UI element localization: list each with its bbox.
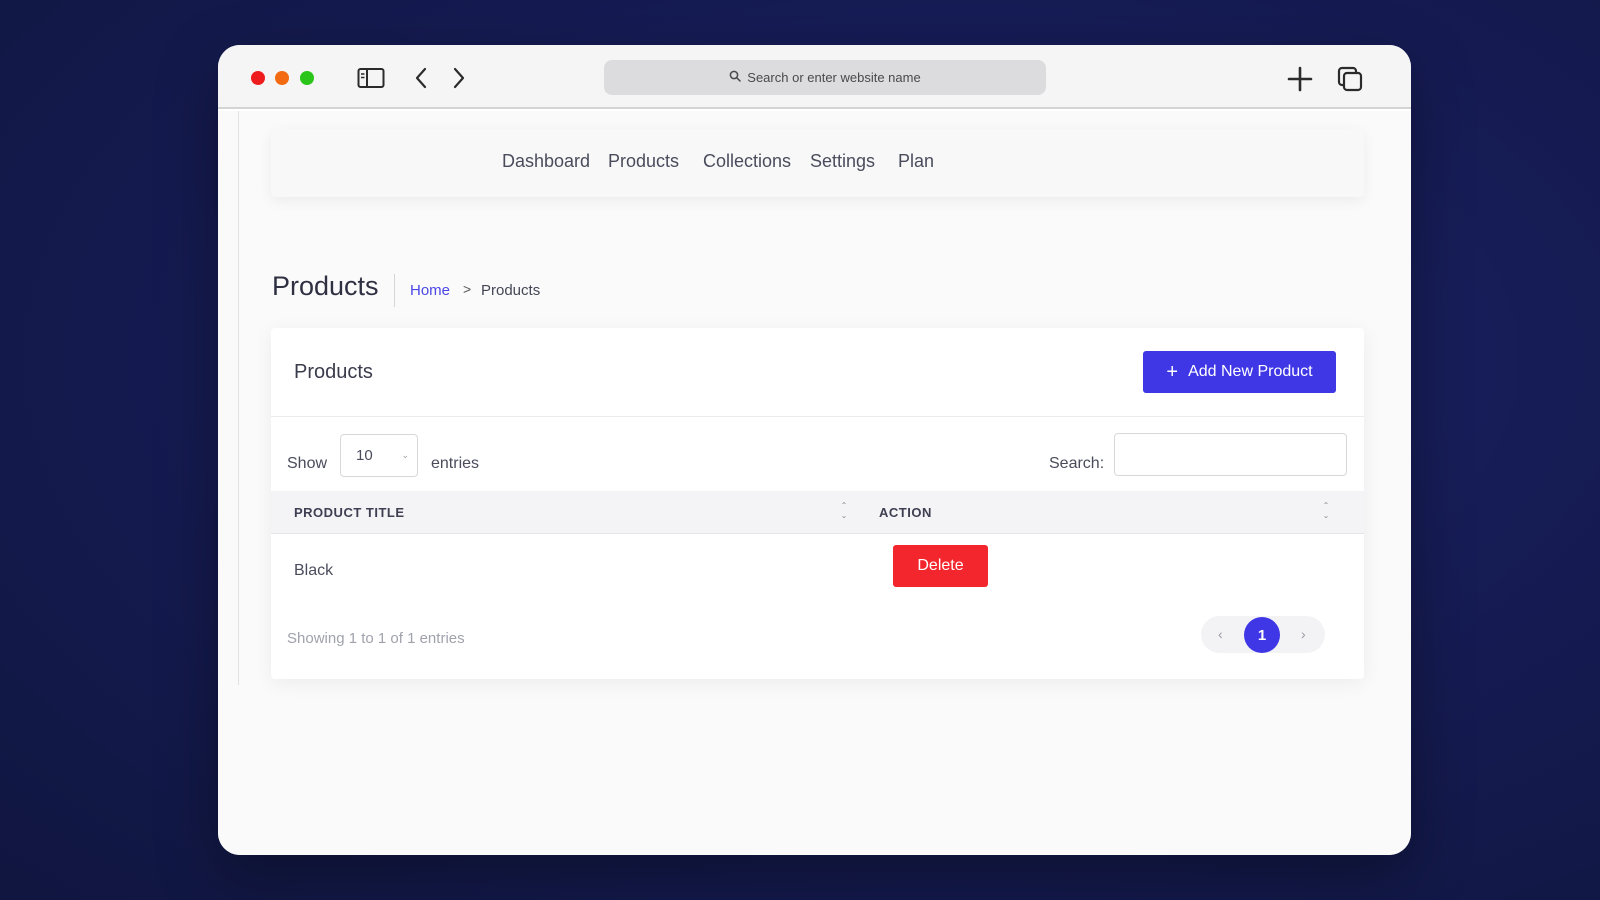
entries-label: entries (431, 455, 480, 472)
card-title: Products (294, 361, 373, 383)
chevron-right-icon[interactable] (449, 66, 469, 90)
chevron-down-icon: ⌄ (401, 450, 409, 460)
chevron-left-icon[interactable] (411, 66, 431, 90)
add-new-product-button[interactable]: + Add New Product (1143, 351, 1336, 393)
column-header-product-title[interactable]: PRODUCT TITLE (294, 505, 405, 520)
page-button-1[interactable]: 1 (1244, 617, 1280, 653)
divider (238, 111, 239, 685)
nav-item-products[interactable]: Products (608, 151, 679, 172)
table-info: Showing 1 to 1 of 1 entries (287, 630, 465, 647)
browser-window: Search or enter website name Dashboard P… (218, 45, 1411, 855)
sort-icon[interactable]: ⌃ ⌄ (1321, 501, 1331, 523)
chevron-right-icon[interactable]: › (1301, 626, 1306, 642)
nav-item-dashboard[interactable]: Dashboard (502, 151, 590, 172)
delete-button[interactable]: Delete (893, 545, 988, 587)
nav-item-plan[interactable]: Plan (898, 151, 934, 172)
page-size-value: 10 (356, 447, 373, 464)
breadcrumb-home-link[interactable]: Home (410, 282, 450, 299)
table-header: PRODUCT TITLE ⌃ ⌄ ACTION ⌃ ⌄ (271, 491, 1364, 534)
column-header-action[interactable]: ACTION (879, 505, 932, 520)
show-label: Show (287, 455, 328, 472)
search-icon (729, 70, 742, 85)
address-bar[interactable]: Search or enter website name (604, 60, 1046, 95)
product-title-cell: Black (294, 562, 334, 579)
address-placeholder: Search or enter website name (747, 70, 921, 85)
search-label: Search: (1049, 455, 1105, 472)
nav-item-settings[interactable]: Settings (810, 151, 875, 172)
add-button-label: Add New Product (1188, 363, 1313, 380)
breadcrumb-separator: > (463, 281, 472, 297)
nav-item-collections[interactable]: Collections (703, 151, 791, 172)
products-card: Products + Add New Product Show 10 ⌄ ent… (271, 328, 1364, 679)
pagination: ‹ 1 › (1201, 616, 1325, 653)
chevron-left-icon[interactable]: ‹ (1218, 626, 1223, 642)
page-content: Dashboard Products Collections Settings … (218, 111, 1411, 855)
plus-icon[interactable] (1286, 65, 1314, 93)
page-size-select[interactable]: 10 ⌄ (340, 434, 418, 477)
divider (394, 274, 395, 307)
sort-icon[interactable]: ⌃ ⌄ (839, 501, 849, 523)
divider (271, 416, 1364, 417)
maximize-window-button[interactable] (300, 71, 314, 85)
plus-icon: + (1166, 361, 1179, 383)
table-search-input[interactable] (1114, 433, 1347, 476)
browser-toolbar: Search or enter website name (218, 45, 1411, 109)
top-navbar: Dashboard Products Collections Settings … (271, 129, 1364, 197)
breadcrumb-current: Products (481, 282, 541, 299)
tabs-overview-icon[interactable] (1336, 65, 1364, 93)
page-title: Products (272, 271, 379, 301)
sidebar-toggle-icon[interactable] (357, 66, 385, 90)
minimize-window-button[interactable] (275, 71, 289, 85)
close-window-button[interactable] (251, 71, 265, 85)
